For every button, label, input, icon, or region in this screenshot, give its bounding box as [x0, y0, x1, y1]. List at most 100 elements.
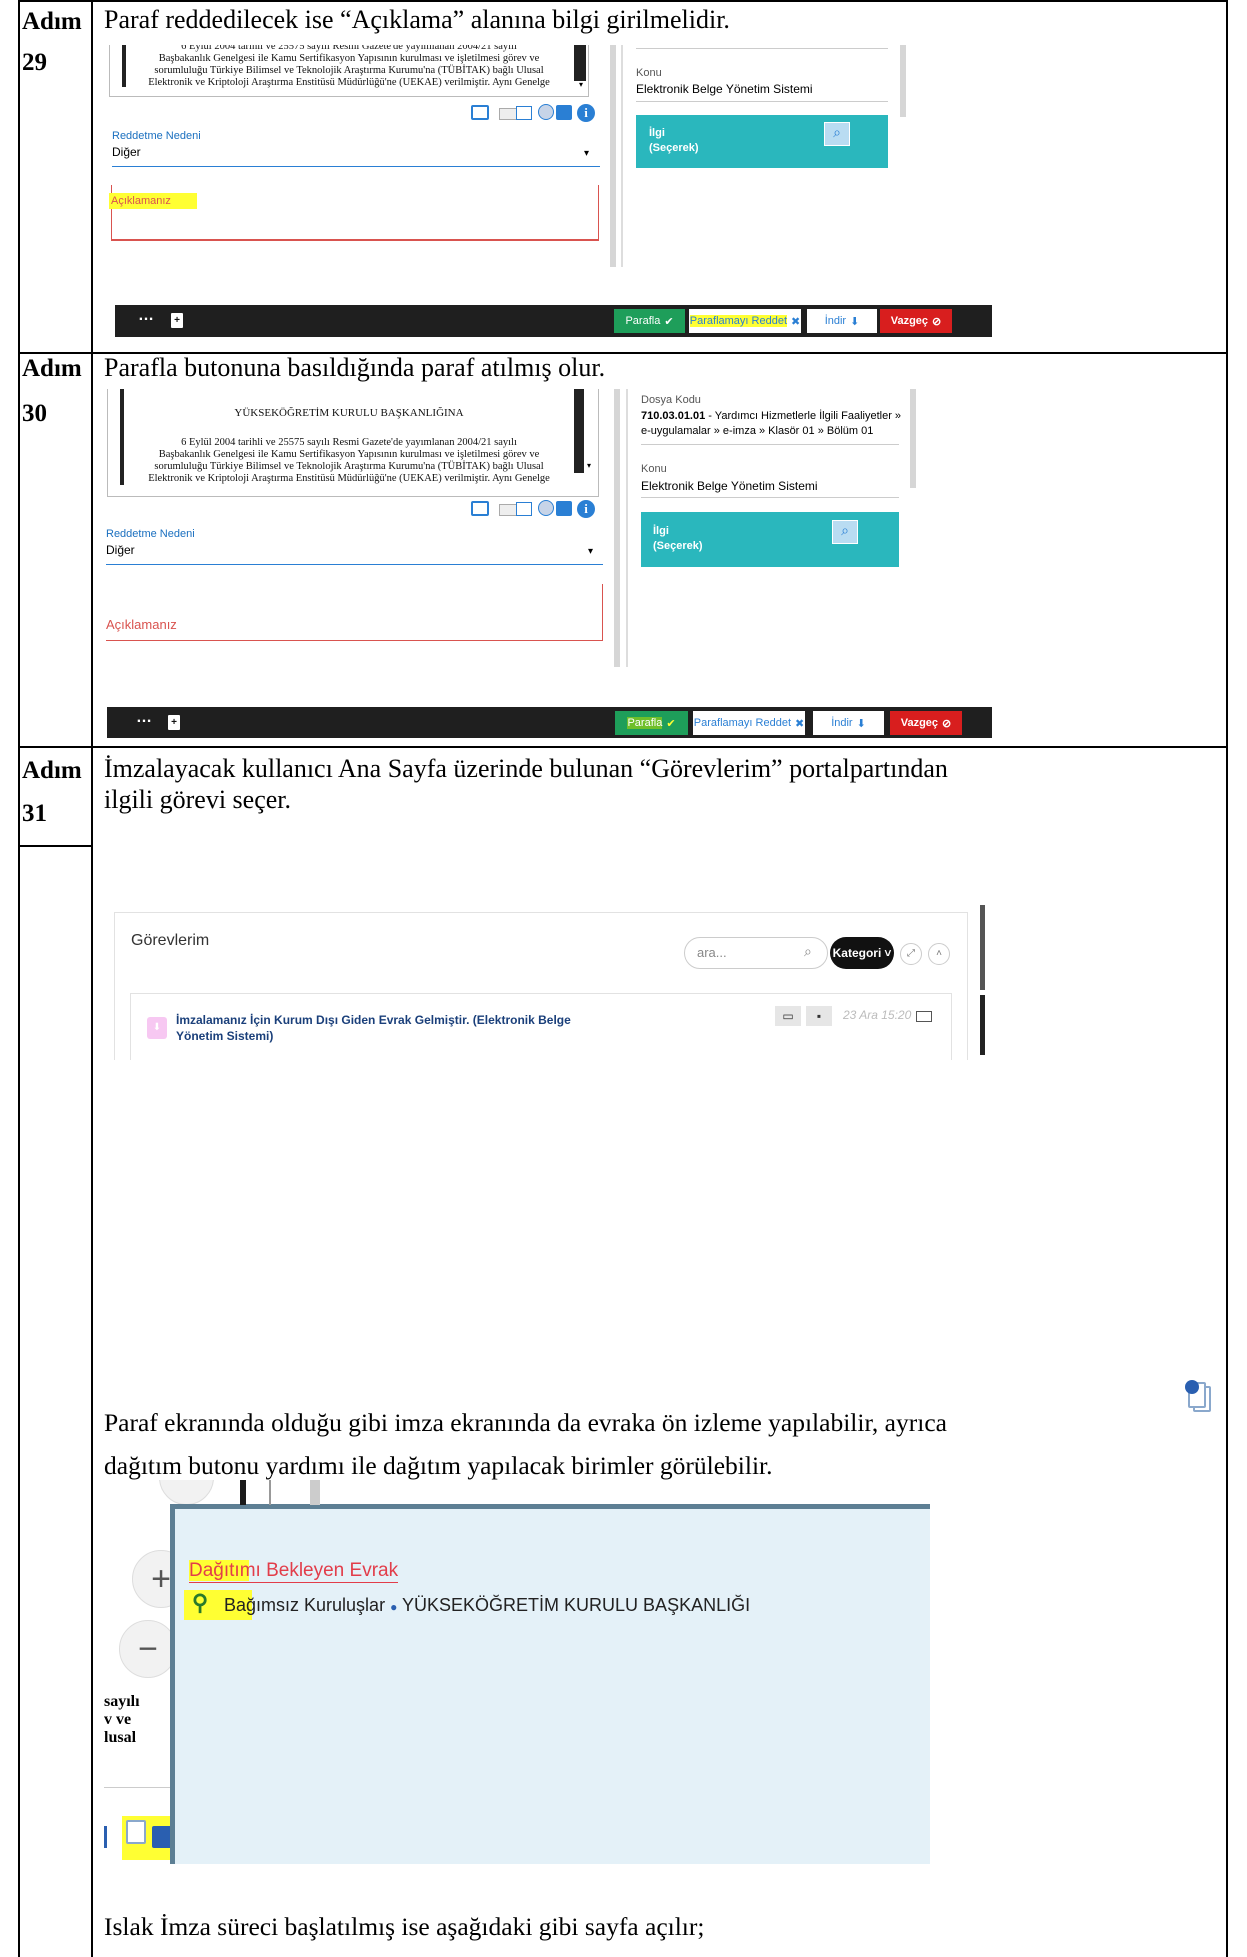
- kategori-button[interactable]: Kategori ˅: [830, 937, 894, 969]
- search-icon[interactable]: ⚲: [192, 1590, 208, 1616]
- scrollbar[interactable]: [626, 389, 628, 667]
- vazgec-button[interactable]: Vazgeç ⊘: [880, 309, 952, 333]
- step-instruction: Parafla butonuna basıldığında paraf atıl…: [104, 353, 606, 382]
- letter-line: 6 Eylül 2004 tarihli ve 25575 sayılı Res…: [181, 45, 517, 52]
- side-word: v ve: [104, 1711, 132, 1728]
- check-icon: ✔: [666, 717, 676, 730]
- dosya-kodu-label: Dosya Kodu: [641, 394, 701, 406]
- indir-button[interactable]: İndir ⬇: [807, 309, 877, 333]
- popup-top-edge: [240, 1480, 246, 1505]
- parafla-button[interactable]: Parafla ✔: [615, 711, 688, 735]
- attachments-icon[interactable]: [538, 500, 554, 516]
- scrollbar[interactable]: [614, 389, 620, 667]
- letter-line: Başbakanlık Genelgesi ile Kamu Sertifika…: [158, 449, 540, 460]
- ilgi-sublabel: (Seçerek): [653, 540, 703, 552]
- attachments-icon[interactable]: [126, 1820, 146, 1844]
- more-icon[interactable]: …: [136, 709, 152, 727]
- islak-imza-text: Islak İmza süreci başlatılmış ise aşağıd…: [104, 1912, 705, 1941]
- dist-item[interactable]: Bağımsız Kuruluşlar ● YÜKSEKÖĞRETİM KURU…: [224, 1595, 750, 1616]
- task-title-line: İmzalamanız İçin Kurum Dışı Giden Evrak …: [176, 1013, 571, 1027]
- info-icon[interactable]: i: [577, 104, 595, 122]
- scrollbar[interactable]: [900, 45, 906, 117]
- paraflamayi-reddet-button[interactable]: Paraflamayı Reddet ✖: [689, 309, 801, 333]
- vazgec-button[interactable]: Vazgeç ⊘: [890, 711, 962, 735]
- parafla-button[interactable]: Parafla ✔: [614, 309, 685, 333]
- indir-button[interactable]: İndir ⬇: [813, 711, 884, 735]
- divider: [641, 497, 899, 498]
- archive-icon[interactable]: [556, 105, 572, 120]
- vazgec-label: Vazgeç: [890, 315, 929, 327]
- indir-label: İndir: [824, 315, 847, 327]
- new-document-icon[interactable]: +: [171, 313, 183, 328]
- scrollbar[interactable]: [980, 995, 985, 1055]
- reject-reason-label: Reddetme Nedeni: [112, 130, 201, 142]
- preview-icon[interactable]: ▭: [775, 1006, 801, 1026]
- task-title[interactable]: İmzalamanız İçin Kurum Dışı Giden Evrak …: [176, 1012, 571, 1044]
- reject-reason-select[interactable]: Diğer: [112, 145, 600, 167]
- envelope-icon[interactable]: [499, 108, 517, 120]
- scrollbar[interactable]: [610, 45, 616, 267]
- ilgi-label: İlgi: [653, 525, 669, 537]
- search-icon[interactable]: ⌕: [824, 122, 850, 146]
- expand-icon[interactable]: ⤢: [900, 943, 922, 965]
- column-divider: [91, 0, 93, 1957]
- cancel-icon: ⊘: [932, 315, 942, 328]
- scroll-down-icon[interactable]: ▾: [582, 461, 596, 473]
- mail-open-icon[interactable]: [516, 502, 532, 516]
- collapse-icon[interactable]: ˄: [928, 943, 950, 965]
- konu-value: Elektronik Belge Yönetim Sistemi: [636, 82, 813, 96]
- new-document-icon[interactable]: +: [168, 715, 180, 730]
- row-divider-2: [18, 746, 1227, 748]
- image-icon[interactable]: ▪: [806, 1006, 832, 1026]
- side-word: lusal: [104, 1729, 137, 1746]
- envelope-icon[interactable]: [499, 504, 517, 516]
- scrollbar[interactable]: [980, 905, 985, 990]
- attachments-icon[interactable]: [538, 104, 554, 120]
- cancel-icon: ⊘: [942, 717, 952, 730]
- download-icon: ⬇: [856, 717, 866, 730]
- scrollbar[interactable]: [910, 389, 916, 488]
- scroll-down-icon[interactable]: ▾: [574, 80, 588, 92]
- bullet-icon: ●: [390, 1600, 398, 1614]
- chevron-down-icon[interactable]: ▾: [584, 148, 589, 159]
- scrollbar[interactable]: [621, 45, 623, 267]
- reject-reason-label: Reddetme Nedeni: [106, 528, 195, 540]
- divider: [636, 101, 888, 102]
- step-number: 30: [22, 400, 47, 427]
- konu-label: Konu: [636, 67, 662, 79]
- search-icon[interactable]: ⌕: [804, 943, 812, 960]
- divider: [104, 1787, 174, 1788]
- comment-icon[interactable]: [471, 105, 489, 120]
- row-divider-3: [18, 845, 93, 847]
- step-instruction: Paraf reddedilecek ise “Açıklama” alanın…: [104, 5, 730, 34]
- archive-icon[interactable]: [152, 1826, 172, 1848]
- close-circle-icon: ✖: [791, 315, 801, 328]
- task-type-icon: ⬇: [147, 1017, 167, 1039]
- description-field[interactable]: [106, 584, 603, 641]
- comment-icon[interactable]: [471, 501, 489, 516]
- mail-open-icon[interactable]: [516, 106, 532, 120]
- vazgec-label: Vazgeç: [900, 717, 939, 729]
- zoom-out-label: −: [138, 1630, 158, 1668]
- zoom-out-button[interactable]: −: [119, 1620, 177, 1678]
- letter-line: Elektronik ve Kriptoloji Araştırma Ensti…: [148, 77, 550, 88]
- close-circle-icon: ✖: [795, 717, 805, 730]
- archive-icon[interactable]: [556, 501, 572, 516]
- card-icon[interactable]: [916, 1011, 932, 1022]
- step-instruction-line2: ilgili görevi seçer.: [104, 785, 292, 814]
- more-icon[interactable]: …: [138, 307, 154, 325]
- doc-clock: [1185, 1380, 1199, 1394]
- distribution-popup: [170, 1504, 930, 1864]
- paraflamayi-reddet-button[interactable]: Paraflamayı Reddet ✖: [693, 711, 805, 735]
- document-preview-icon: [1185, 1380, 1213, 1416]
- search-icon[interactable]: ⌕: [832, 520, 858, 544]
- info-icon[interactable]: i: [577, 500, 595, 518]
- dist-item-child: YÜKSEKÖĞRETİM KURULU BAŞKANLIĞI: [402, 1595, 751, 1615]
- chevron-down-icon[interactable]: ▾: [588, 546, 593, 557]
- ilgi-label: İlgi: [649, 127, 665, 139]
- table-border-left: [18, 0, 20, 1957]
- zoom-in-label: +: [151, 1560, 171, 1598]
- letter-line: 6 Eylül 2004 tarihli ve 25575 sayılı Res…: [181, 437, 517, 448]
- indir-label: İndir: [831, 717, 853, 729]
- reject-reason-select[interactable]: Diğer: [106, 543, 603, 565]
